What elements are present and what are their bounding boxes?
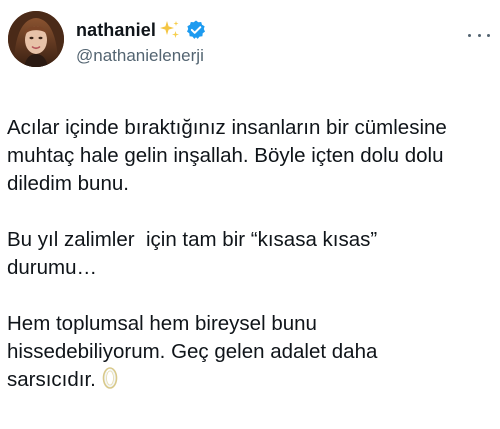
tweet-line: diledim bunu.: [7, 172, 129, 195]
tweet-line: muhtaç hale gelin inşallah. Böyle içten …: [7, 144, 444, 167]
tweet-line: Hem toplumsal hem bireysel bunu: [7, 312, 317, 335]
tweet-line: Bu yıl zalimler için tam bir “kısasa kıs…: [7, 228, 378, 251]
tweet-line-last: sarsıcıdır.: [7, 366, 493, 398]
tweet-paragraph-1: Acılar içinde bıraktığınız insanların bi…: [7, 114, 493, 198]
gem-icon: [102, 366, 118, 398]
tweet-line-text: sarsıcıdır.: [7, 368, 96, 391]
more-options-icon[interactable]: [468, 30, 490, 40]
tweet-paragraph-3: Hem toplumsal hem bireysel bunu hissedeb…: [7, 310, 493, 398]
author-handle[interactable]: @nathanielenerji: [76, 46, 204, 66]
more-dot: [487, 33, 490, 37]
author-display-name[interactable]: nathaniel: [76, 20, 156, 41]
sparkles-icon: [159, 19, 181, 41]
tweet-text: Acılar içinde bıraktığınız insanların bi…: [7, 114, 493, 426]
tweet-line: Acılar içinde bıraktığınız insanların bi…: [7, 116, 447, 139]
verified-badge-icon[interactable]: [185, 19, 207, 41]
tweet-card: nathaniel @nathanielenerji Acılar içinde…: [0, 0, 500, 429]
tweet-paragraph-2: Bu yıl zalimler için tam bir “kısasa kıs…: [7, 226, 493, 282]
tweet-line: hissedebiliyorum. Geç gelen adalet daha: [7, 340, 378, 363]
more-dot: [468, 33, 471, 37]
tweet-line: durumu…: [7, 256, 98, 279]
author-name-row: nathaniel: [76, 17, 207, 43]
more-dot: [477, 33, 481, 37]
avatar-image: [8, 11, 64, 67]
avatar[interactable]: [8, 11, 64, 67]
